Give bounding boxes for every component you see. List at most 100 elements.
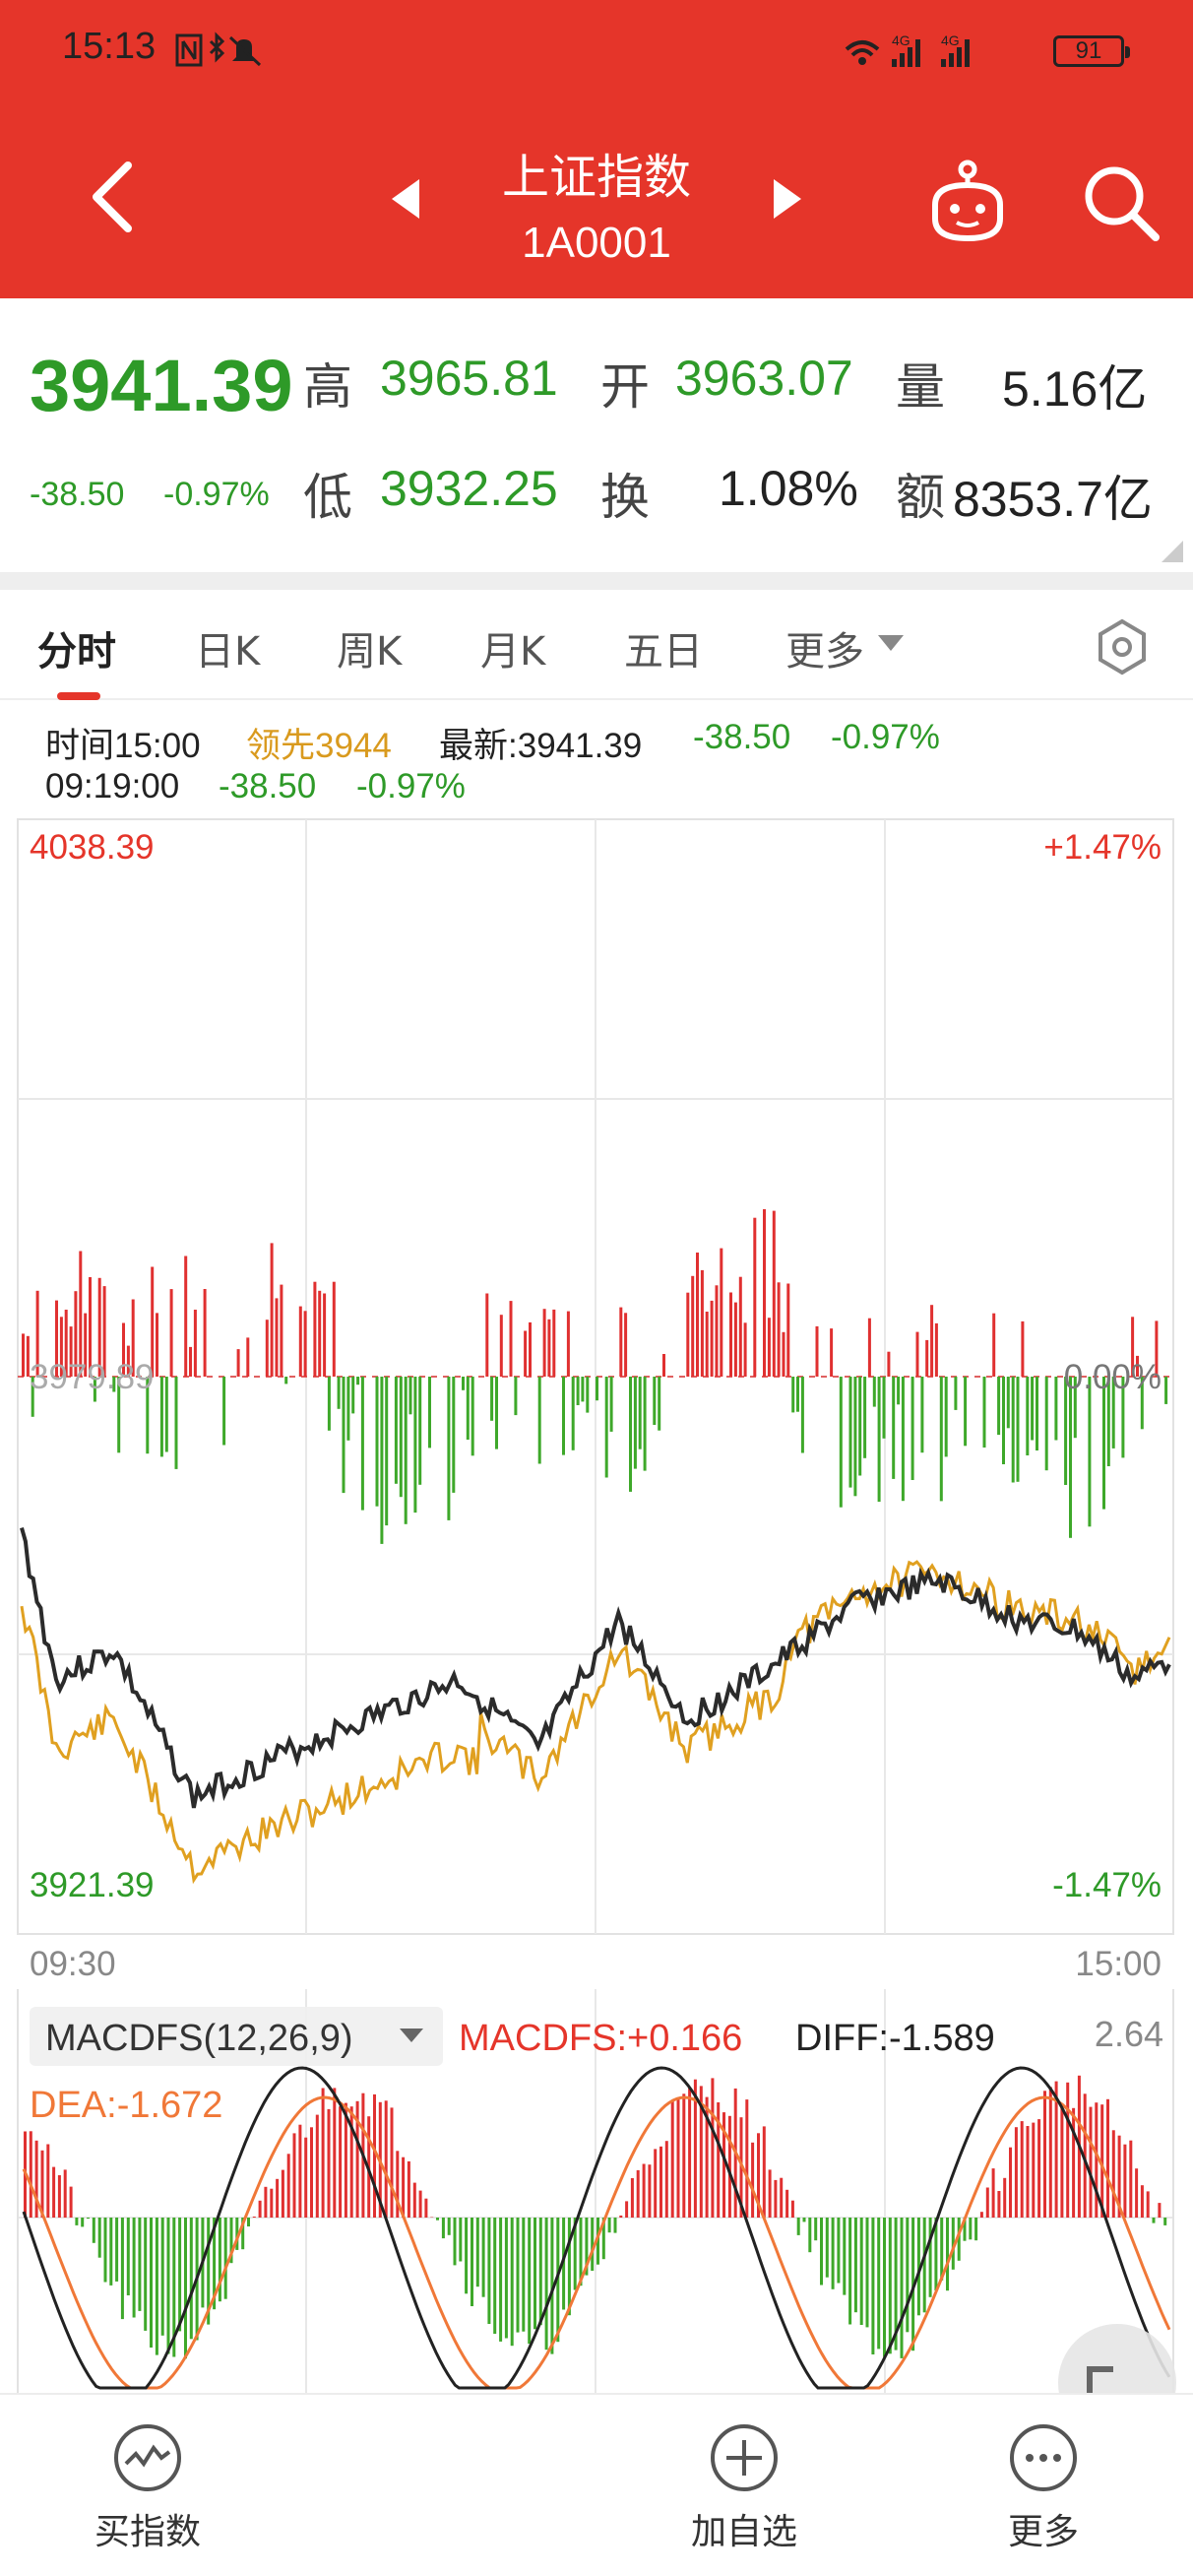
macd-bar-up	[790, 2200, 794, 2218]
tab-intraday[interactable]: 分时	[37, 619, 116, 676]
next-stock-icon[interactable]	[768, 177, 807, 221]
macd-bar-up	[670, 2100, 674, 2218]
volume-bar-up	[193, 1310, 197, 1377]
macd-bar-down	[184, 2218, 187, 2359]
volume-bar-down	[360, 1377, 364, 1511]
macd-bar-up	[276, 2178, 280, 2218]
intraday-chart[interactable]: 4038.39 +1.47% 3979.89 0.00% 3921.39 -1.…	[0, 813, 1193, 1995]
chart-settings-icon[interactable]	[1093, 617, 1152, 676]
macd-bar-up	[1123, 2144, 1127, 2218]
search-icon[interactable]	[1079, 161, 1162, 243]
macd-bar-up	[315, 2114, 319, 2218]
robot-assistant-icon[interactable]	[923, 158, 1012, 246]
info-change-pct: -0.97%	[831, 718, 940, 756]
volume-bar-down	[853, 1377, 857, 1497]
volume-bar-up	[280, 1284, 283, 1377]
macd-bar-up	[711, 2078, 715, 2218]
volume-bar-down	[1016, 1377, 1020, 1482]
volume-bar-down	[954, 1377, 958, 1410]
volume-bar-down	[380, 1377, 384, 1544]
volume-bar-down	[337, 1377, 341, 1409]
macd-bar-down	[843, 2218, 847, 2295]
back-arrow-icon[interactable]	[79, 148, 148, 246]
volume-bar-down	[910, 1377, 914, 1480]
volume-bar-down	[939, 1377, 943, 1502]
volume-bar-up	[156, 1313, 158, 1377]
macd-bar-up	[780, 2177, 784, 2218]
tab-five-day[interactable]: 五日	[624, 619, 703, 676]
volume-bar-down	[447, 1377, 451, 1520]
volume-bar-up	[715, 1285, 719, 1377]
price-low-label: 3921.39	[30, 1866, 155, 1904]
volume-bar-up	[1021, 1320, 1025, 1377]
volume-bar-down	[399, 1377, 403, 1498]
previous-stock-icon[interactable]	[386, 177, 425, 221]
macd-bar-up	[63, 2169, 67, 2218]
add-watchlist-button[interactable]: 加自选	[646, 2422, 843, 2554]
macd-bar-down	[888, 2218, 892, 2354]
macd-bar-up	[310, 2127, 313, 2218]
macd-bar-down	[591, 2218, 595, 2271]
status-bar: 15:13 4G 4G 91	[0, 20, 1193, 79]
volume-bar-up	[318, 1290, 322, 1377]
volume-bar-up	[700, 1269, 704, 1377]
volume-bar-up	[332, 1281, 336, 1377]
volume-bar-down	[800, 1377, 804, 1453]
volume-bar-down	[346, 1377, 350, 1441]
macd-bar-down	[969, 2218, 973, 2240]
volume-bar-down	[462, 1377, 465, 1390]
volume-bar-down	[342, 1377, 345, 1494]
expand-corner-icon[interactable]	[1162, 541, 1183, 562]
macd-bar-up	[333, 2088, 337, 2218]
plus-circle-icon	[711, 2424, 778, 2491]
volume-bar-up	[552, 1309, 556, 1377]
tab-more[interactable]: 更多	[785, 619, 864, 676]
macd-bar-up	[991, 2168, 995, 2218]
tab-monthly-k[interactable]: 月K	[480, 619, 545, 676]
macd-bar-up	[654, 2149, 658, 2218]
macd-bar-up	[1043, 2091, 1046, 2218]
tab-daily-k[interactable]: 日K	[195, 619, 260, 676]
divider	[0, 572, 1193, 590]
macd-bar-down	[126, 2218, 130, 2295]
stock-code: 1A0001	[522, 219, 671, 267]
pct-mid-label: 0.00%	[1064, 1358, 1162, 1396]
macd-bar-up	[745, 2099, 749, 2218]
more-dropdown-icon[interactable]	[878, 633, 904, 653]
macd-bar-down	[528, 2218, 532, 2345]
macd-bar-up	[1095, 2102, 1099, 2218]
volume-bar-up	[786, 1283, 790, 1377]
volume-bar-up	[992, 1313, 996, 1377]
macd-bar-down	[567, 2218, 571, 2316]
volume-bar-up	[246, 1337, 250, 1377]
pct-high-label: +1.47%	[1043, 828, 1162, 867]
macd-bar-up	[402, 2157, 406, 2218]
tab-weekly-k[interactable]: 周K	[337, 619, 402, 676]
buy-index-button[interactable]: 买指数	[49, 2422, 246, 2554]
macd-bar-up	[979, 2212, 983, 2218]
macd-bar-down	[103, 2218, 107, 2283]
macd-bar-up	[29, 2131, 32, 2218]
macd-bar-up	[1026, 2126, 1030, 2218]
x-start-label: 09:30	[30, 1945, 116, 1983]
volume-bar-up	[313, 1281, 317, 1377]
macd-bar-down	[974, 2218, 978, 2241]
more-label: 更多	[1007, 2512, 1079, 2552]
macd-chart[interactable]: MACDFS(12,26,9) MACDFS:+0.166 DIFF:-1.58…	[0, 1989, 1193, 2393]
macd-bar-up	[327, 2108, 331, 2218]
volume-bar-up	[782, 1331, 785, 1377]
macd-bar-down	[144, 2218, 148, 2331]
volume-bar-up	[720, 1248, 723, 1377]
more-button[interactable]: 更多	[945, 2422, 1142, 2554]
macd-bar-up	[619, 2215, 623, 2218]
macd-bar-down	[189, 2218, 193, 2340]
turnover-value: 1.08%	[719, 461, 858, 516]
volume-bar-down	[576, 1377, 580, 1405]
volume-bar-up	[729, 1292, 732, 1377]
volume-bar-down	[609, 1377, 613, 1432]
macd-bar-down	[814, 2218, 818, 2241]
macd-bar-down	[471, 2218, 473, 2306]
volume-bar-up	[662, 1354, 665, 1377]
info-line2-pct: -0.97%	[356, 767, 466, 805]
volume-bar-down	[571, 1377, 575, 1450]
